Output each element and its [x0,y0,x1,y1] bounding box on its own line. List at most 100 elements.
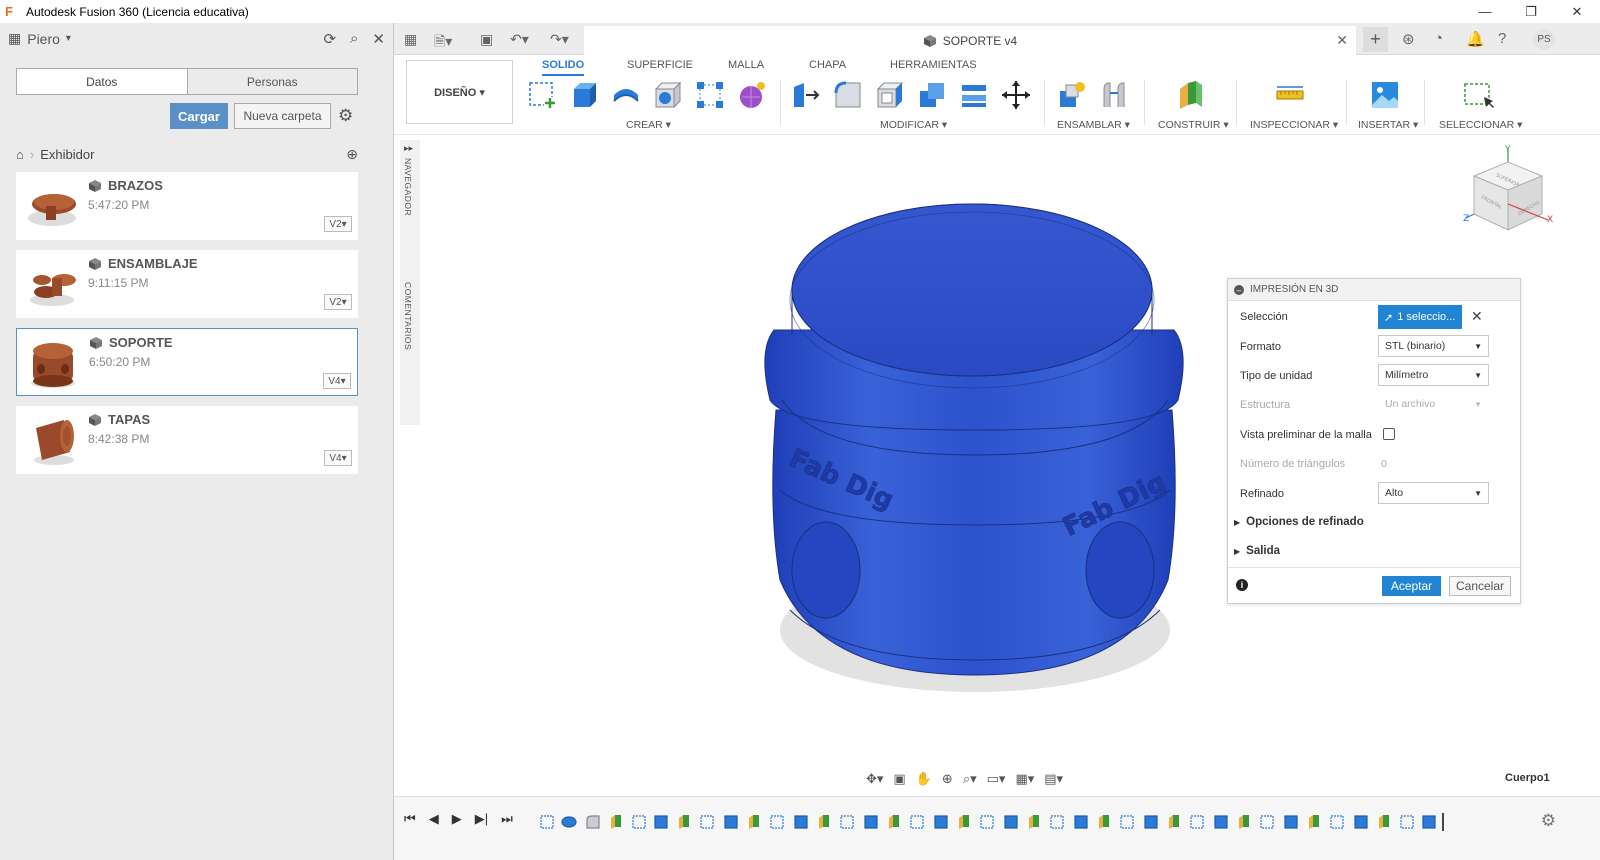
refresh-icon[interactable]: ⟳ [323,30,336,48]
navigator-label[interactable]: NAVEGADOR [403,158,413,216]
hole-icon[interactable] [652,79,684,111]
pan-icon[interactable]: ✋ [916,771,932,787]
minimize-button[interactable]: — [1462,0,1508,23]
tab-datos[interactable]: Datos [17,69,187,94]
zoom-window-icon[interactable]: ⌕▾ [963,771,977,787]
file-card-tapas[interactable]: TAPAS 8:42:38 PM V4 ▾ [16,406,358,474]
fillet-icon[interactable] [832,79,864,111]
info-icon[interactable]: i [1236,579,1248,591]
close-panel-icon[interactable]: ✕ [372,30,385,48]
refinement-options-section[interactable]: ▶ Opciones de refinado [1234,516,1364,528]
version-dropdown[interactable]: V2 ▾ [324,216,352,232]
apps-grid-icon[interactable]: ▦ [404,31,417,48]
file-card-ensamblaje[interactable]: ENSAMBLAJE 9:11:15 PM V2 ▾ [16,250,358,318]
press-pull-icon[interactable] [790,79,822,111]
globe-icon[interactable]: ⊕ [346,146,358,163]
redo-icon[interactable]: ↷▾ [550,31,569,48]
go-to-start-icon[interactable]: ⏮ [404,811,416,827]
viewports-icon[interactable]: ▤▾ [1044,771,1063,787]
save-icon[interactable]: ▣ [480,31,493,48]
group-crear[interactable]: CREAR ▾ [626,119,671,131]
tab-herramientas[interactable]: HERRAMIENTAS [890,59,977,71]
file-menu-icon[interactable]: 🗎▾ [434,31,452,55]
group-modificar[interactable]: MODIFICAR ▾ [880,119,947,131]
workspace-switcher[interactable]: DISEÑO ▾ [406,60,513,124]
gear-icon[interactable]: ⚙ [338,106,353,126]
refinement-select[interactable]: Alto ▼ [1378,482,1489,504]
collapse-icon[interactable]: – [1234,284,1244,295]
group-construir[interactable]: CONSTRUIR ▾ [1158,119,1229,131]
group-seleccionar[interactable]: SELECCIONAR ▾ [1439,119,1522,131]
tab-malla[interactable]: MALLA [728,59,764,71]
display-settings-icon[interactable]: ▭▾ [987,771,1006,787]
mesh-preview-checkbox[interactable] [1383,428,1395,440]
restore-button[interactable]: ❐ [1508,0,1554,23]
new-folder-button[interactable]: Nueva carpeta [234,103,331,129]
group-insertar[interactable]: INSERTAR ▾ [1358,119,1418,131]
viewcube[interactable]: Y X Z SUPERIOR FRONTAL DERECHA [1460,142,1556,238]
output-section[interactable]: ▶ Salida [1234,545,1280,557]
close-button[interactable]: ✕ [1554,0,1600,23]
selection-button[interactable]: ➚ 1 seleccio... [1378,305,1462,329]
document-tab[interactable]: SOPORTE v4 ✕ [584,26,1356,55]
notifications-icon[interactable]: 🔔 [1466,30,1485,48]
help-icon[interactable]: ? [1498,30,1506,47]
group-inspeccionar[interactable]: INSPECCIONAR ▾ [1250,119,1338,131]
tab-superficie[interactable]: SUPERFICIE [627,59,693,71]
tab-solido[interactable]: SOLIDO [542,59,585,76]
job-status-icon[interactable]: ◔ [1434,30,1443,47]
new-component-icon[interactable] [1056,79,1088,111]
expand-icon[interactable]: ▸▸ [404,143,413,154]
version-dropdown[interactable]: V2 ▾ [324,294,352,310]
breadcrumb-folder[interactable]: Exhibidor [40,147,94,162]
timeline-features[interactable] [539,813,1449,831]
revolve-icon[interactable] [610,79,642,111]
orbit-icon[interactable]: ✥▾ [866,771,883,787]
measure-icon[interactable] [1274,79,1306,111]
timeline-settings-icon[interactable]: ⚙ [1541,811,1556,831]
clear-selection-icon[interactable]: ✕ [1471,308,1483,325]
offset-plane-icon[interactable] [1174,79,1206,111]
combine-icon[interactable] [916,79,948,111]
version-label: V2 [329,296,342,308]
group-ensamblar[interactable]: ENSAMBLAR ▾ [1057,119,1130,131]
tab-personas[interactable]: Personas [186,69,357,94]
accept-button[interactable]: Aceptar [1382,576,1441,596]
search-icon[interactable]: ⌕ [350,30,358,48]
look-at-icon[interactable]: ▣ [893,771,905,787]
new-tab-button[interactable]: + [1363,27,1388,52]
comments-label[interactable]: COMENTARIOS [403,282,413,350]
joint-icon[interactable] [1098,79,1130,111]
format-select[interactable]: STL (binario) ▼ [1378,335,1489,357]
close-tab-icon[interactable]: ✕ [1336,32,1348,49]
extensions-icon[interactable]: ⊛ [1402,30,1415,48]
create-form-icon[interactable] [736,79,768,111]
split-body-icon[interactable] [958,79,990,111]
file-card-soporte[interactable]: SOPORTE 6:50:20 PM V4 ▾ [16,328,358,396]
grid-settings-icon[interactable]: ▦▾ [1015,771,1034,787]
create-sketch-icon[interactable] [526,79,558,111]
shell-icon[interactable] [874,79,906,111]
tab-chapa[interactable]: CHAPA [809,59,846,71]
go-to-end-icon[interactable]: ⏭ [501,811,513,827]
team-selector[interactable]: ▦ Piero ▾ [8,30,71,47]
insert-image-icon[interactable] [1369,79,1401,111]
move-copy-icon[interactable] [1000,79,1032,111]
play-icon[interactable]: ▶ [452,811,462,827]
version-dropdown[interactable]: V4 ▾ [323,373,351,389]
zoom-icon[interactable]: ⊕ [942,771,953,787]
home-icon[interactable]: ⌂ [16,147,24,162]
avatar[interactable]: PS [1533,28,1555,50]
select-icon[interactable] [1462,79,1494,111]
upload-button[interactable]: Cargar [170,103,228,129]
undo-icon[interactable]: ↶▾ [510,31,529,48]
step-back-icon[interactable]: ◀ [429,811,439,827]
model-body[interactable]: Fab Dig Fab Dig [740,190,1210,710]
unit-select[interactable]: Milímetro ▼ [1378,364,1489,386]
step-forward-icon[interactable]: ▶| [475,811,488,827]
pattern-icon[interactable] [694,79,726,111]
file-card-brazos[interactable]: BRAZOS 5:47:20 PM V2 ▾ [16,172,358,240]
cancel-button[interactable]: Cancelar [1449,576,1511,596]
version-dropdown[interactable]: V4 ▾ [324,450,352,466]
extrude-icon[interactable] [568,79,600,111]
